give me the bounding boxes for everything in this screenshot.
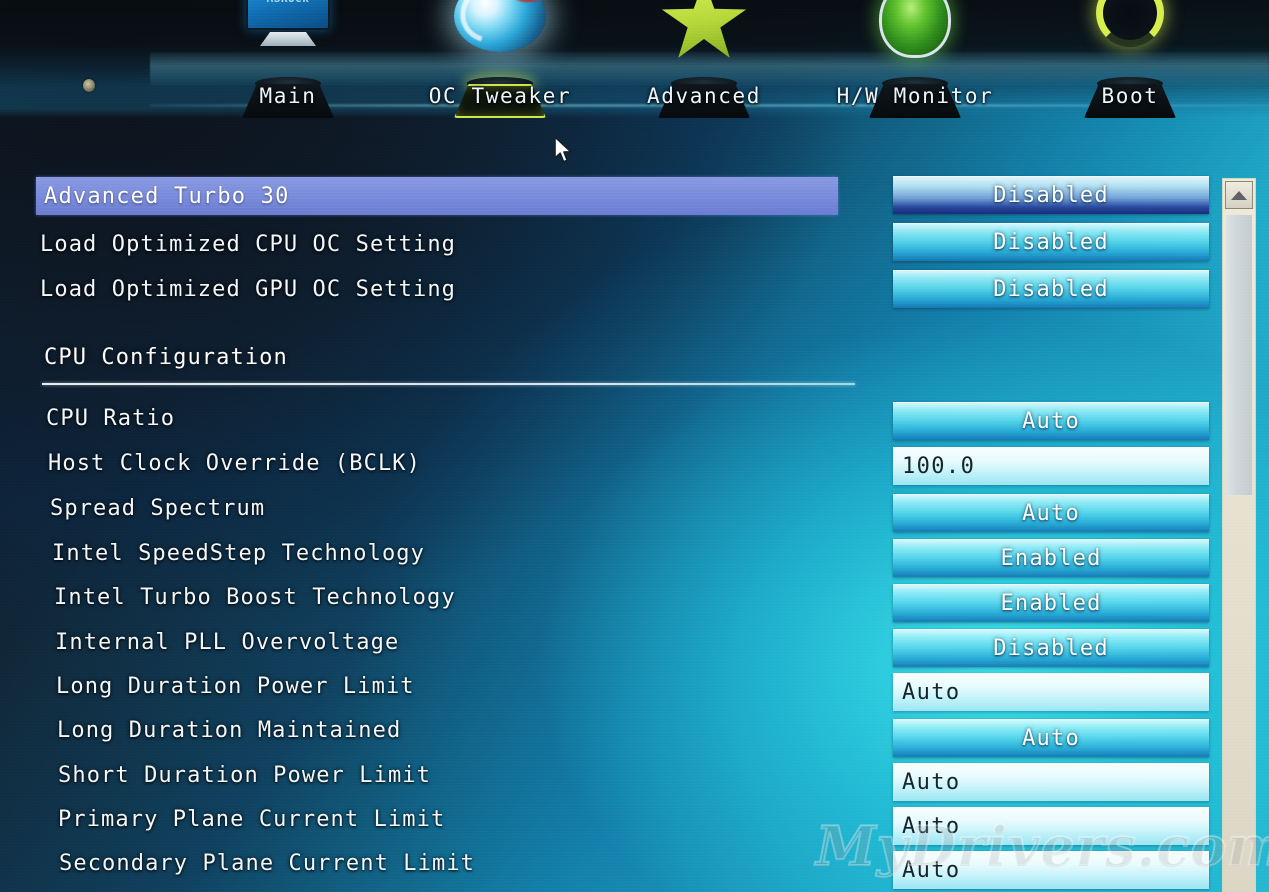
menu-label-short-duration-power-limit[interactable]: Short Duration Power Limit — [58, 763, 431, 788]
value-short-duration-power-limit[interactable]: Auto — [893, 763, 1209, 801]
value-long-duration-maintained[interactable]: Auto — [893, 719, 1209, 757]
menu-label-intel-turbo-boost-technology[interactable]: Intel Turbo Boost Technology — [54, 585, 456, 610]
value-text: Auto — [1022, 501, 1080, 526]
mouse-cursor — [553, 136, 577, 166]
value-text: Auto — [902, 814, 961, 839]
glowing-orb-icon — [442, 0, 558, 72]
tab-main-label: Main — [259, 84, 317, 108]
menu-label-cpu-ratio[interactable]: CPU Ratio — [46, 406, 175, 431]
tab-hw-monitor-label: H/W Monitor — [836, 84, 994, 108]
screen-blemish — [83, 79, 95, 92]
value-host-clock-override[interactable]: 100.0 — [893, 447, 1209, 485]
value-text: Auto — [1022, 726, 1080, 751]
star-icon — [646, 0, 762, 72]
tab-advanced[interactable]: Advanced — [615, 0, 793, 118]
value-intel-turbo-boost-technology[interactable]: Enabled — [893, 584, 1209, 622]
value-text: Enabled — [1000, 546, 1102, 571]
value-cpu-ratio[interactable]: Auto — [893, 402, 1209, 440]
gauge-orb-icon — [857, 0, 973, 72]
menu-label-long-duration-maintained[interactable]: Long Duration Maintained — [57, 718, 401, 743]
value-long-duration-power-limit[interactable]: Auto — [893, 673, 1209, 711]
menu-label-advanced-turbo-30: Advanced Turbo 30 — [44, 184, 290, 209]
value-advanced-turbo-30[interactable]: Disabled — [893, 176, 1209, 214]
scrollbar-thumb[interactable] — [1226, 215, 1252, 495]
menu-label-load-optimized-gpu-oc-setting[interactable]: Load Optimized GPU OC Setting — [40, 277, 456, 302]
value-text: Disabled — [993, 277, 1109, 302]
value-primary-plane-current-limit[interactable]: Auto — [893, 807, 1209, 845]
tab-main[interactable]: ASRock Main — [200, 0, 376, 118]
value-text: Auto — [902, 858, 961, 883]
monitor-icon: ASRock — [230, 0, 346, 72]
menu-label-secondary-plane-current-limit[interactable]: Secondary Plane Current Limit — [59, 851, 475, 876]
value-text: Auto — [902, 680, 961, 705]
scroll-up-arrow-icon[interactable] — [1225, 181, 1253, 209]
value-text: Auto — [902, 770, 961, 795]
value-text: Enabled — [1000, 591, 1102, 616]
tab-oc-tweaker[interactable]: OC Tweaker — [400, 0, 600, 118]
value-text: Disabled — [993, 636, 1109, 661]
value-secondary-plane-current-limit[interactable]: Auto — [893, 851, 1209, 889]
tab-advanced-label: Advanced — [647, 84, 761, 108]
menu-label-long-duration-power-limit[interactable]: Long Duration Power Limit — [56, 674, 415, 699]
bios-screen: ASRock Main OC Tweaker Advanced H/W Moni… — [0, 0, 1269, 892]
ring-icon — [1072, 0, 1188, 72]
menu-row-advanced-turbo-30[interactable]: Advanced Turbo 30 — [36, 177, 838, 215]
value-text: 100.0 — [902, 454, 976, 479]
tab-boot[interactable]: Boot — [1045, 0, 1215, 118]
value-internal-pll-overvoltage[interactable]: Disabled — [893, 629, 1209, 667]
value-text: Disabled — [993, 183, 1109, 208]
value-spread-spectrum[interactable]: Auto — [893, 494, 1209, 532]
scrollbar[interactable] — [1222, 178, 1256, 892]
tab-oc-tweaker-label: OC Tweaker — [428, 84, 572, 108]
menu-label-host-clock-override[interactable]: Host Clock Override (BCLK) — [48, 451, 421, 476]
value-text: Disabled — [993, 230, 1109, 255]
menu-label-internal-pll-overvoltage[interactable]: Internal PLL Overvoltage — [55, 630, 399, 655]
value-load-optimized-gpu-oc-setting[interactable]: Disabled — [893, 270, 1209, 308]
tab-hw-monitor[interactable]: H/W Monitor — [820, 0, 1010, 118]
value-intel-speedstep-technology[interactable]: Enabled — [893, 539, 1209, 577]
section-title-cpu-configuration: CPU Configuration — [44, 345, 288, 370]
menu-label-intel-speedstep-technology[interactable]: Intel SpeedStep Technology — [52, 541, 425, 566]
tab-boot-label: Boot — [1101, 84, 1159, 108]
menu-label-load-optimized-cpu-oc-setting[interactable]: Load Optimized CPU OC Setting — [40, 232, 456, 257]
section-divider — [42, 383, 855, 385]
menu-label-primary-plane-current-limit[interactable]: Primary Plane Current Limit — [58, 807, 445, 832]
value-text: Auto — [1022, 409, 1080, 434]
menu-label-spread-spectrum[interactable]: Spread Spectrum — [50, 496, 265, 521]
value-load-optimized-cpu-oc-setting[interactable]: Disabled — [893, 223, 1209, 261]
